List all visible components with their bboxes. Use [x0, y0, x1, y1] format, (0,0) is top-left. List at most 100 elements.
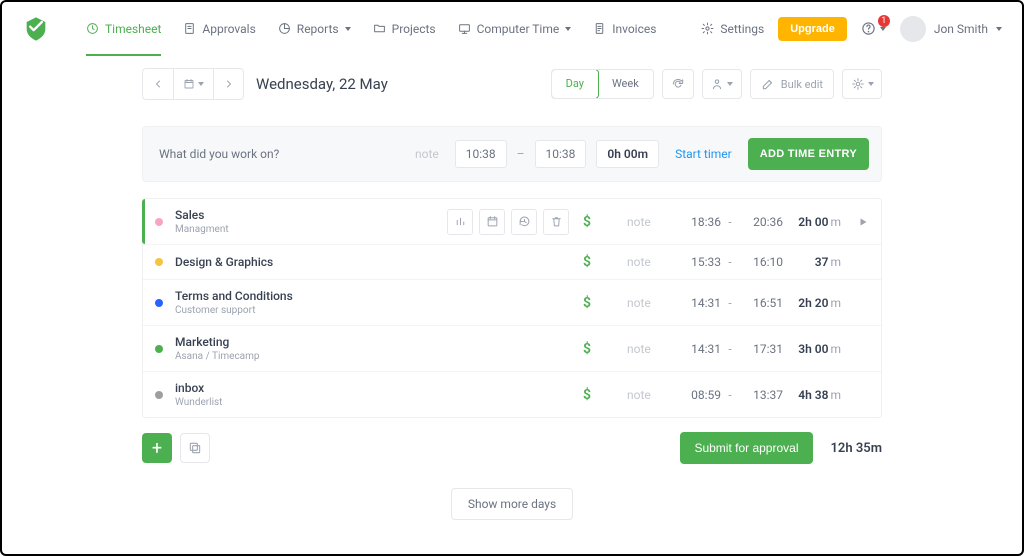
- header-right: Settings Upgrade 1 Jon Smith: [701, 16, 1002, 42]
- nav-computer-time[interactable]: Computer Time: [458, 2, 572, 55]
- duration-input[interactable]: 0h 00m: [596, 140, 659, 168]
- time-entry[interactable]: Marketing Asana / Timecamp $ note 14:31 …: [143, 325, 881, 371]
- time-entry[interactable]: Terms and Conditions Customer support $ …: [143, 279, 881, 325]
- bulk-edit-button[interactable]: Bulk edit: [750, 69, 834, 99]
- entry-note-button[interactable]: note: [627, 296, 677, 310]
- nav-timesheet[interactable]: Timesheet: [86, 2, 161, 55]
- day-total: 12h 35m: [831, 441, 883, 456]
- start-time-input[interactable]: 10:38: [455, 140, 507, 168]
- billable-icon[interactable]: $: [577, 254, 597, 270]
- dash: -: [721, 388, 739, 402]
- view-week-button[interactable]: Week: [598, 70, 653, 98]
- help-button[interactable]: 1: [861, 21, 886, 36]
- play-icon[interactable]: [847, 216, 869, 228]
- refresh-button[interactable]: [662, 69, 694, 99]
- user-menu[interactable]: Jon Smith: [900, 16, 1002, 42]
- submit-approval-button[interactable]: Submit for approval: [680, 432, 812, 464]
- notification-badge: 1: [878, 15, 890, 27]
- entry-title: Design & Graphics: [175, 255, 273, 269]
- dash: -: [721, 296, 739, 310]
- logo: [22, 15, 50, 43]
- time-entry[interactable]: Design & Graphics $ note 15:33 - 16:10 3…: [143, 244, 881, 279]
- chevron-down-icon: [880, 27, 886, 31]
- billable-icon[interactable]: $: [577, 214, 597, 230]
- nav-reports-label: Reports: [297, 22, 339, 36]
- entry-note-button[interactable]: note: [627, 215, 677, 229]
- entry-end[interactable]: 16:51: [739, 296, 783, 310]
- nav-timesheet-label: Timesheet: [105, 22, 161, 36]
- entry-start[interactable]: 15:33: [677, 255, 721, 269]
- settings-link[interactable]: Settings: [701, 22, 764, 36]
- entry-start[interactable]: 14:31: [677, 296, 721, 310]
- entry-title: inbox: [175, 381, 222, 395]
- billable-icon[interactable]: $: [577, 295, 597, 311]
- dash: -: [721, 255, 739, 269]
- entry-duration[interactable]: 2h 20m: [783, 296, 841, 310]
- new-entry-row: What did you work on? note 10:38 – 10:38…: [142, 126, 882, 182]
- time-entry[interactable]: inbox Wunderlist $ note 08:59 - 13:37 4h…: [143, 371, 881, 417]
- dash: -: [721, 342, 739, 356]
- nav-invoices-label: Invoices: [612, 22, 656, 36]
- dash: -: [721, 215, 739, 229]
- note-button[interactable]: note: [415, 147, 439, 161]
- next-day-button[interactable]: [213, 69, 243, 99]
- nav-invoices[interactable]: Invoices: [593, 2, 656, 55]
- bulk-edit-label: Bulk edit: [781, 78, 823, 91]
- entry-end[interactable]: 13:37: [739, 388, 783, 402]
- prev-day-button[interactable]: [143, 69, 173, 99]
- entry-note-button[interactable]: note: [627, 255, 677, 269]
- view-mode-toggle: Day Week: [551, 69, 654, 99]
- time-entry[interactable]: Sales Managment $ note 18:36 - 20:36 2h …: [143, 199, 881, 244]
- history-icon[interactable]: [511, 209, 537, 235]
- chevron-down-icon: [565, 27, 571, 31]
- date-toolbar: Wednesday, 22 May Day Week Bulk edit: [142, 68, 882, 100]
- upgrade-button[interactable]: Upgrade: [778, 17, 847, 41]
- stats-icon[interactable]: [447, 209, 473, 235]
- entry-note-button[interactable]: note: [627, 388, 677, 402]
- chevron-down-icon: [345, 27, 351, 31]
- entry-start[interactable]: 18:36: [677, 215, 721, 229]
- entry-duration[interactable]: 2h 00m: [783, 215, 841, 229]
- nav-approvals[interactable]: Approvals: [183, 2, 255, 55]
- avatar: [900, 16, 926, 42]
- entry-project: Customer support: [175, 305, 293, 316]
- entry-duration[interactable]: 3h 00m: [783, 342, 841, 356]
- entry-duration[interactable]: 4h 38m: [783, 388, 841, 402]
- entry-end[interactable]: 16:10: [739, 255, 783, 269]
- chevron-down-icon: [727, 82, 733, 86]
- add-entry-icon-button[interactable]: +: [142, 433, 172, 463]
- entry-start[interactable]: 14:31: [677, 342, 721, 356]
- nav-projects-label: Projects: [392, 22, 436, 36]
- entry-end[interactable]: 17:31: [739, 342, 783, 356]
- billable-icon[interactable]: $: [577, 341, 597, 357]
- entry-title: Sales: [175, 208, 229, 222]
- start-timer-link[interactable]: Start timer: [675, 147, 732, 161]
- footer-row: + Submit for approval 12h 35m: [142, 432, 882, 464]
- show-more-days-button[interactable]: Show more days: [451, 488, 573, 520]
- delete-icon[interactable]: [543, 209, 569, 235]
- entry-actions: [447, 209, 577, 235]
- nav-projects[interactable]: Projects: [373, 2, 436, 55]
- nav-reports[interactable]: Reports: [278, 2, 351, 55]
- chevron-down-icon: [198, 82, 204, 86]
- entry-end[interactable]: 20:36: [739, 215, 783, 229]
- copy-day-button[interactable]: [180, 433, 210, 463]
- entry-note-button[interactable]: note: [627, 342, 677, 356]
- settings-dropdown-button[interactable]: [842, 69, 882, 99]
- task-input[interactable]: What did you work on?: [155, 147, 405, 161]
- entry-start[interactable]: 08:59: [677, 388, 721, 402]
- user-name: Jon Smith: [934, 22, 988, 36]
- calendar-icon[interactable]: [479, 209, 505, 235]
- entry-duration[interactable]: 37m: [783, 255, 841, 269]
- billable-icon[interactable]: $: [577, 387, 597, 403]
- main-nav: Timesheet Approvals Reports Projects Com…: [86, 2, 656, 55]
- entry-project: Managment: [175, 224, 229, 235]
- add-entry-button[interactable]: ADD TIME ENTRY: [748, 138, 869, 170]
- entry-title: Marketing: [175, 335, 260, 349]
- color-dot: [155, 258, 163, 266]
- user-filter-button[interactable]: [702, 69, 742, 99]
- calendar-picker-button[interactable]: [173, 69, 213, 99]
- end-time-input[interactable]: 10:38: [535, 140, 587, 168]
- view-day-button[interactable]: Day: [551, 69, 599, 99]
- color-dot: [155, 299, 163, 307]
